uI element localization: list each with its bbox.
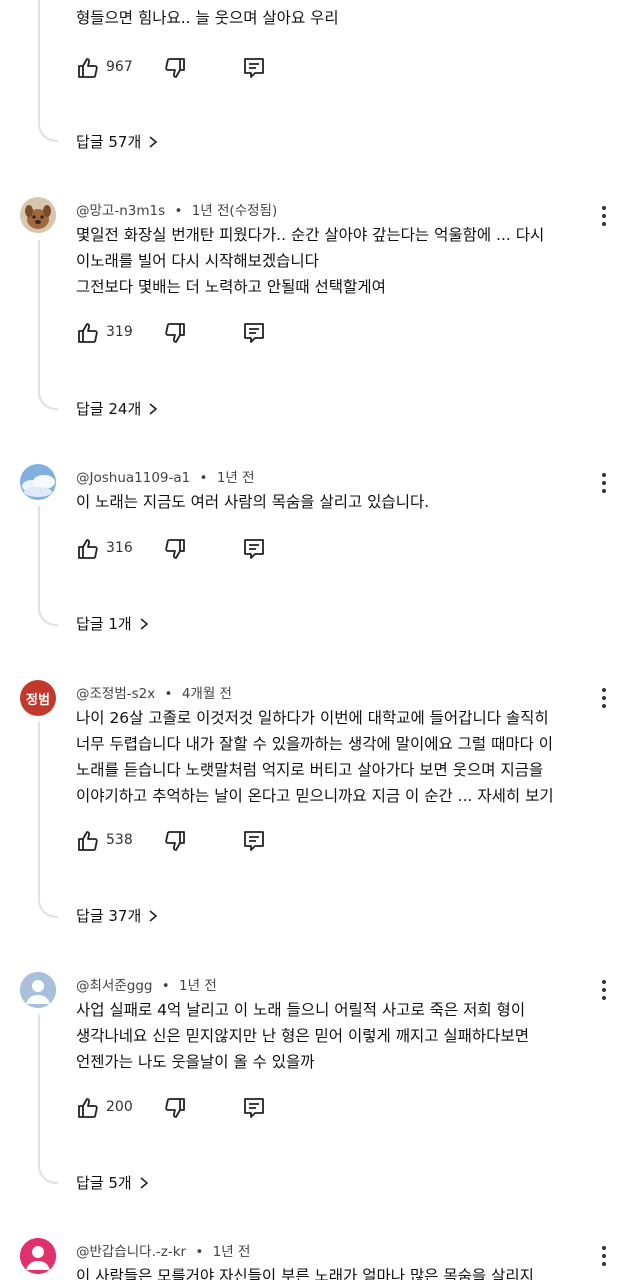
chevron-right-icon bbox=[149, 135, 158, 148]
thumbs-up-icon bbox=[78, 1098, 98, 1118]
comment-text: 나이 26살 고졸로 이것저것 일하다가 이번에 대학교에 들어갑니다 솔직히 … bbox=[76, 709, 554, 805]
timestamp: 1년 전 bbox=[179, 978, 217, 994]
thumbs-up-icon bbox=[78, 58, 98, 78]
default-user-icon bbox=[20, 972, 56, 1008]
like-button[interactable] bbox=[76, 829, 100, 853]
separator: • bbox=[199, 470, 208, 486]
dislike-button[interactable] bbox=[163, 56, 187, 80]
view-replies-link[interactable]: 답글 24개 bbox=[76, 398, 159, 419]
view-replies-link[interactable]: 답글 5개 bbox=[76, 1172, 150, 1193]
view-replies-link[interactable]: 답글 37개 bbox=[76, 905, 159, 926]
separator: • bbox=[174, 203, 183, 219]
comment-text: 몇일전 화장실 번개탄 피웠다가.. 순간 살아야 갚는다는 억울함에 ... … bbox=[76, 226, 545, 296]
thread-line bbox=[38, 506, 58, 626]
like-count: 319 bbox=[106, 324, 133, 340]
chevron-right-icon bbox=[140, 617, 148, 630]
thumbs-down-icon bbox=[165, 539, 185, 559]
thread-line bbox=[38, 722, 58, 918]
dislike-button[interactable] bbox=[163, 537, 187, 561]
comment-text: 이 노래는 지금도 여러 사람의 목숨을 살리고 있습니다. bbox=[76, 493, 430, 511]
reply-button[interactable] bbox=[242, 1096, 266, 1120]
view-replies-link[interactable]: 답글 57개 bbox=[76, 131, 159, 152]
comment-meta: @최서준ggg • 1년 전 bbox=[76, 974, 217, 994]
default-user-icon bbox=[20, 1238, 56, 1274]
comment-icon bbox=[244, 539, 264, 559]
dislike-button[interactable] bbox=[163, 829, 187, 853]
dislike-button[interactable] bbox=[163, 321, 187, 345]
separator: • bbox=[195, 1244, 204, 1260]
timestamp: 1년 전 bbox=[216, 470, 255, 486]
author-name[interactable]: @최서준ggg bbox=[76, 978, 152, 994]
avatar[interactable] bbox=[20, 197, 56, 233]
like-button[interactable] bbox=[76, 1096, 100, 1120]
thread-line bbox=[38, 1014, 58, 1184]
thumbs-down-icon bbox=[165, 1098, 185, 1118]
comment-text: 이 사람들은 모를거야 자신들이 부른 노래가 얼마나 많은 목숨을 살리지 bbox=[76, 1267, 534, 1280]
comment-icon bbox=[244, 831, 264, 851]
replies-label: 답글 1개 bbox=[76, 615, 132, 633]
replies-label: 답글 5개 bbox=[76, 1174, 132, 1192]
avatar[interactable] bbox=[20, 972, 56, 1008]
like-button[interactable] bbox=[76, 321, 100, 345]
timestamp: 1년 전(수정됨) bbox=[191, 203, 278, 219]
comment-icon bbox=[244, 1098, 264, 1118]
comment-meta: @조정범-s2x • 4개월 전 bbox=[76, 682, 232, 702]
avatar-initials: 정범 bbox=[26, 692, 50, 708]
reply-button[interactable] bbox=[242, 321, 266, 345]
comment-text: 사업 실패로 4억 날리고 이 노래 들으니 어릴적 사고로 죽은 저희 형이 … bbox=[76, 1001, 529, 1071]
avatar[interactable] bbox=[20, 1238, 56, 1274]
reply-button[interactable] bbox=[242, 829, 266, 853]
replies-label: 답글 57개 bbox=[76, 133, 142, 151]
like-count: 967 bbox=[106, 59, 133, 75]
dislike-button[interactable] bbox=[163, 1096, 187, 1120]
replies-label: 답글 37개 bbox=[76, 907, 142, 925]
dog-avatar-icon bbox=[20, 197, 56, 233]
avatar[interactable] bbox=[20, 464, 56, 500]
separator: • bbox=[161, 978, 170, 994]
comment-icon bbox=[244, 58, 264, 78]
thread-line bbox=[38, 240, 58, 410]
like-button[interactable] bbox=[76, 537, 100, 561]
reply-button[interactable] bbox=[242, 56, 266, 80]
author-name[interactable]: @Joshua1109-a1 bbox=[76, 470, 190, 486]
comment-meta: @망고-n3m1s • 1년 전(수정됨) bbox=[76, 199, 277, 219]
thumbs-up-icon bbox=[78, 323, 98, 343]
replies-label: 답글 24개 bbox=[76, 400, 142, 418]
thumbs-up-icon bbox=[78, 539, 98, 559]
thumbs-down-icon bbox=[165, 323, 185, 343]
timestamp: 1년 전 bbox=[212, 1244, 251, 1260]
chevron-right-icon bbox=[140, 1176, 148, 1189]
comment-meta: @Joshua1109-a1 • 1년 전 bbox=[76, 466, 255, 486]
view-replies-link[interactable]: 답글 1개 bbox=[76, 613, 150, 634]
like-button[interactable] bbox=[76, 56, 100, 80]
separator: • bbox=[164, 686, 173, 702]
like-count: 316 bbox=[106, 540, 133, 556]
thumbs-down-icon bbox=[165, 831, 185, 851]
comment-meta: @반갑습니다.-z-kr • 1년 전 bbox=[76, 1240, 250, 1260]
author-name[interactable]: @조정범-s2x bbox=[76, 686, 155, 702]
thumbs-up-icon bbox=[78, 831, 98, 851]
author-name[interactable]: @망고-n3m1s bbox=[76, 203, 165, 219]
like-count: 538 bbox=[106, 832, 133, 848]
comment-text: 형들으면 힘나요.. 늘 웃으며 살아요 우리 bbox=[76, 9, 339, 27]
like-count: 200 bbox=[106, 1099, 133, 1115]
sky-avatar-icon bbox=[20, 464, 56, 500]
reply-button[interactable] bbox=[242, 537, 266, 561]
avatar[interactable]: 정범 bbox=[20, 680, 56, 716]
chevron-right-icon bbox=[149, 402, 158, 415]
chevron-right-icon bbox=[149, 909, 158, 922]
thread-line bbox=[38, 0, 58, 142]
author-name[interactable]: @반갑습니다.-z-kr bbox=[76, 1244, 186, 1260]
comment-icon bbox=[244, 323, 264, 343]
timestamp: 4개월 전 bbox=[181, 686, 232, 702]
thumbs-down-icon bbox=[165, 58, 185, 78]
